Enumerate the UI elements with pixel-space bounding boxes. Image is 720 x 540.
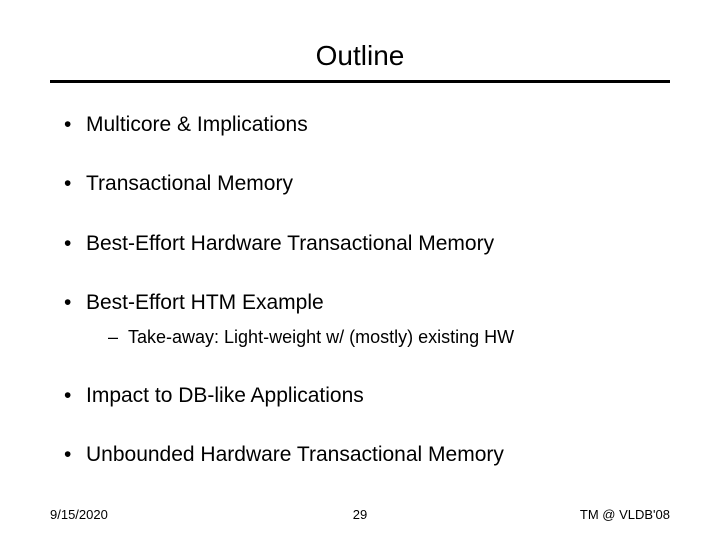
bullet-text: Impact to DB-like Applications: [86, 384, 364, 407]
sub-item: Take-away: Light-weight w/ (mostly) exis…: [106, 326, 670, 349]
title-rule: [50, 80, 670, 83]
list-item: Unbounded Hardware Transactional Memory: [60, 441, 670, 468]
bullet-text: Transactional Memory: [86, 172, 293, 195]
page-title: Outline: [50, 40, 670, 72]
bullet-text: Best-Effort Hardware Transactional Memor…: [86, 232, 494, 255]
footer-page-number: 29: [353, 507, 367, 522]
bullet-list: Multicore & Implications Transactional M…: [50, 111, 670, 468]
list-item: Best-Effort HTM Example Take-away: Light…: [60, 289, 670, 350]
list-item: Impact to DB-like Applications: [60, 382, 670, 409]
bullet-text: Unbounded Hardware Transactional Memory: [86, 443, 504, 466]
sub-text: Take-away: Light-weight w/ (mostly) exis…: [128, 327, 514, 347]
list-item: Transactional Memory: [60, 170, 670, 197]
list-item: Multicore & Implications: [60, 111, 670, 138]
slide: Outline Multicore & Implications Transac…: [0, 0, 720, 540]
bullet-text: Best-Effort HTM Example: [86, 291, 324, 314]
footer-date: 9/15/2020: [50, 507, 108, 522]
list-item: Best-Effort Hardware Transactional Memor…: [60, 230, 670, 257]
sub-list: Take-away: Light-weight w/ (mostly) exis…: [86, 326, 670, 349]
footer-venue: TM @ VLDB'08: [580, 507, 670, 522]
footer: 9/15/2020 29 TM @ VLDB'08: [0, 507, 720, 522]
bullet-text: Multicore & Implications: [86, 113, 308, 136]
